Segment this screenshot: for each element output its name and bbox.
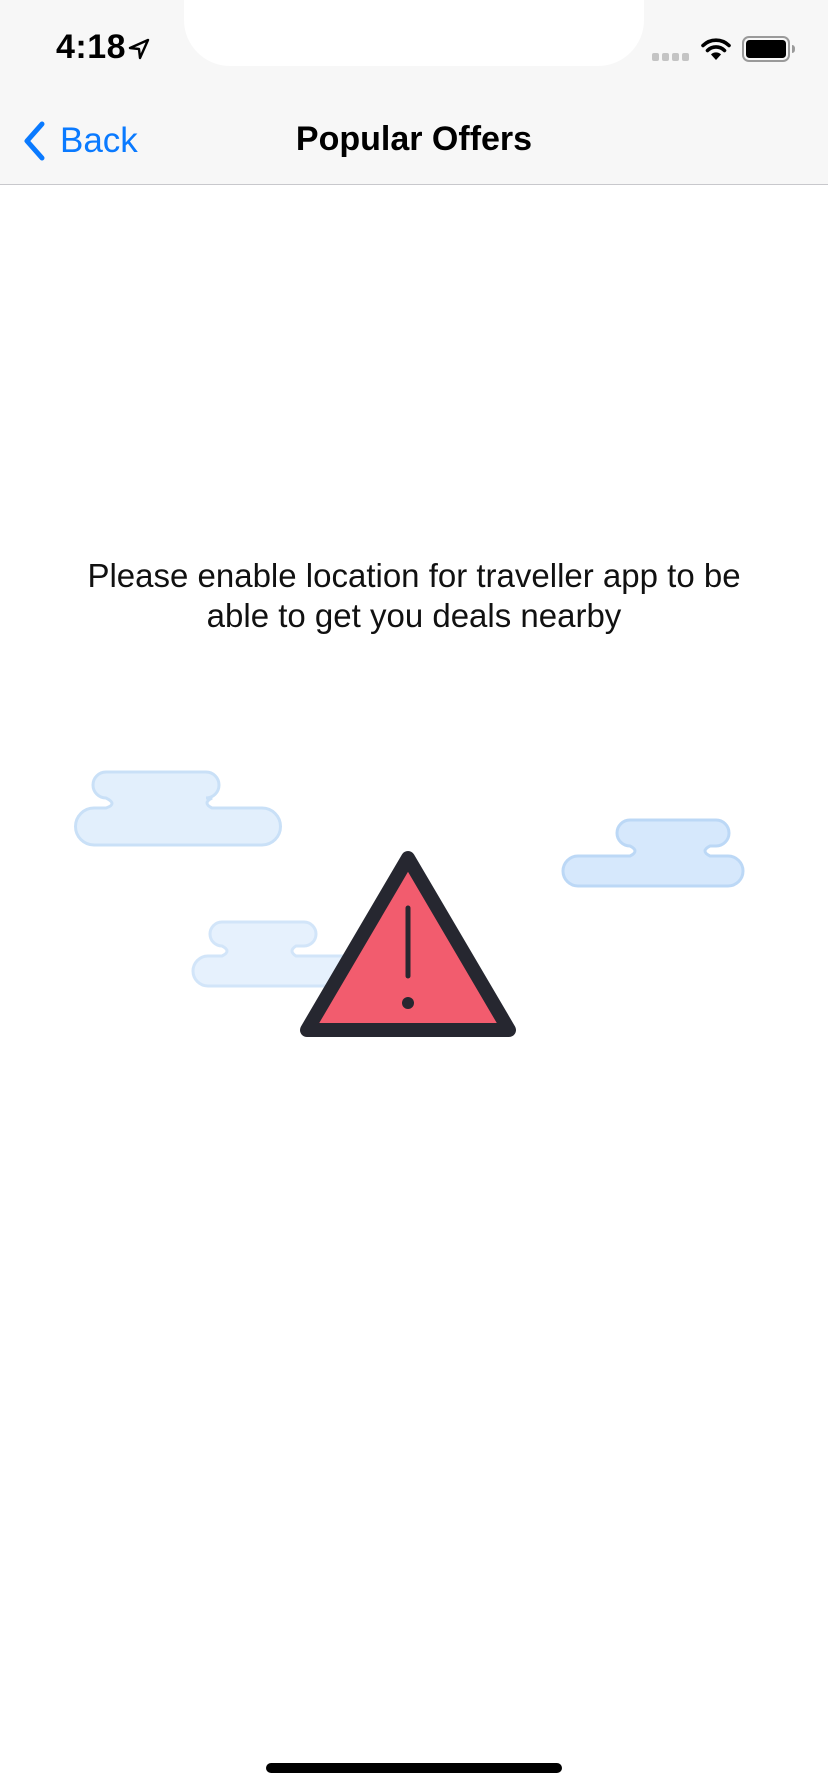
cellular-signal-icon (652, 53, 689, 61)
warning-triangle-icon (300, 851, 516, 1037)
wifi-icon (701, 38, 731, 60)
status-time: 4:18 (56, 28, 127, 66)
cloud-icon (74, 770, 282, 847)
cloud-icon (561, 818, 745, 888)
status-bar: 4:18 (0, 0, 828, 100)
navigation-bar: Back Popular Offers (0, 100, 828, 184)
location-permission-message: Please enable location for traveller app… (87, 557, 741, 634)
notch (184, 0, 644, 66)
location-arrow-icon (128, 38, 150, 60)
page-title: Popular Offers (295, 120, 533, 158)
battery-icon (742, 36, 795, 62)
location-warning-illustration (74, 770, 745, 1037)
home-indicator (266, 1763, 562, 1773)
